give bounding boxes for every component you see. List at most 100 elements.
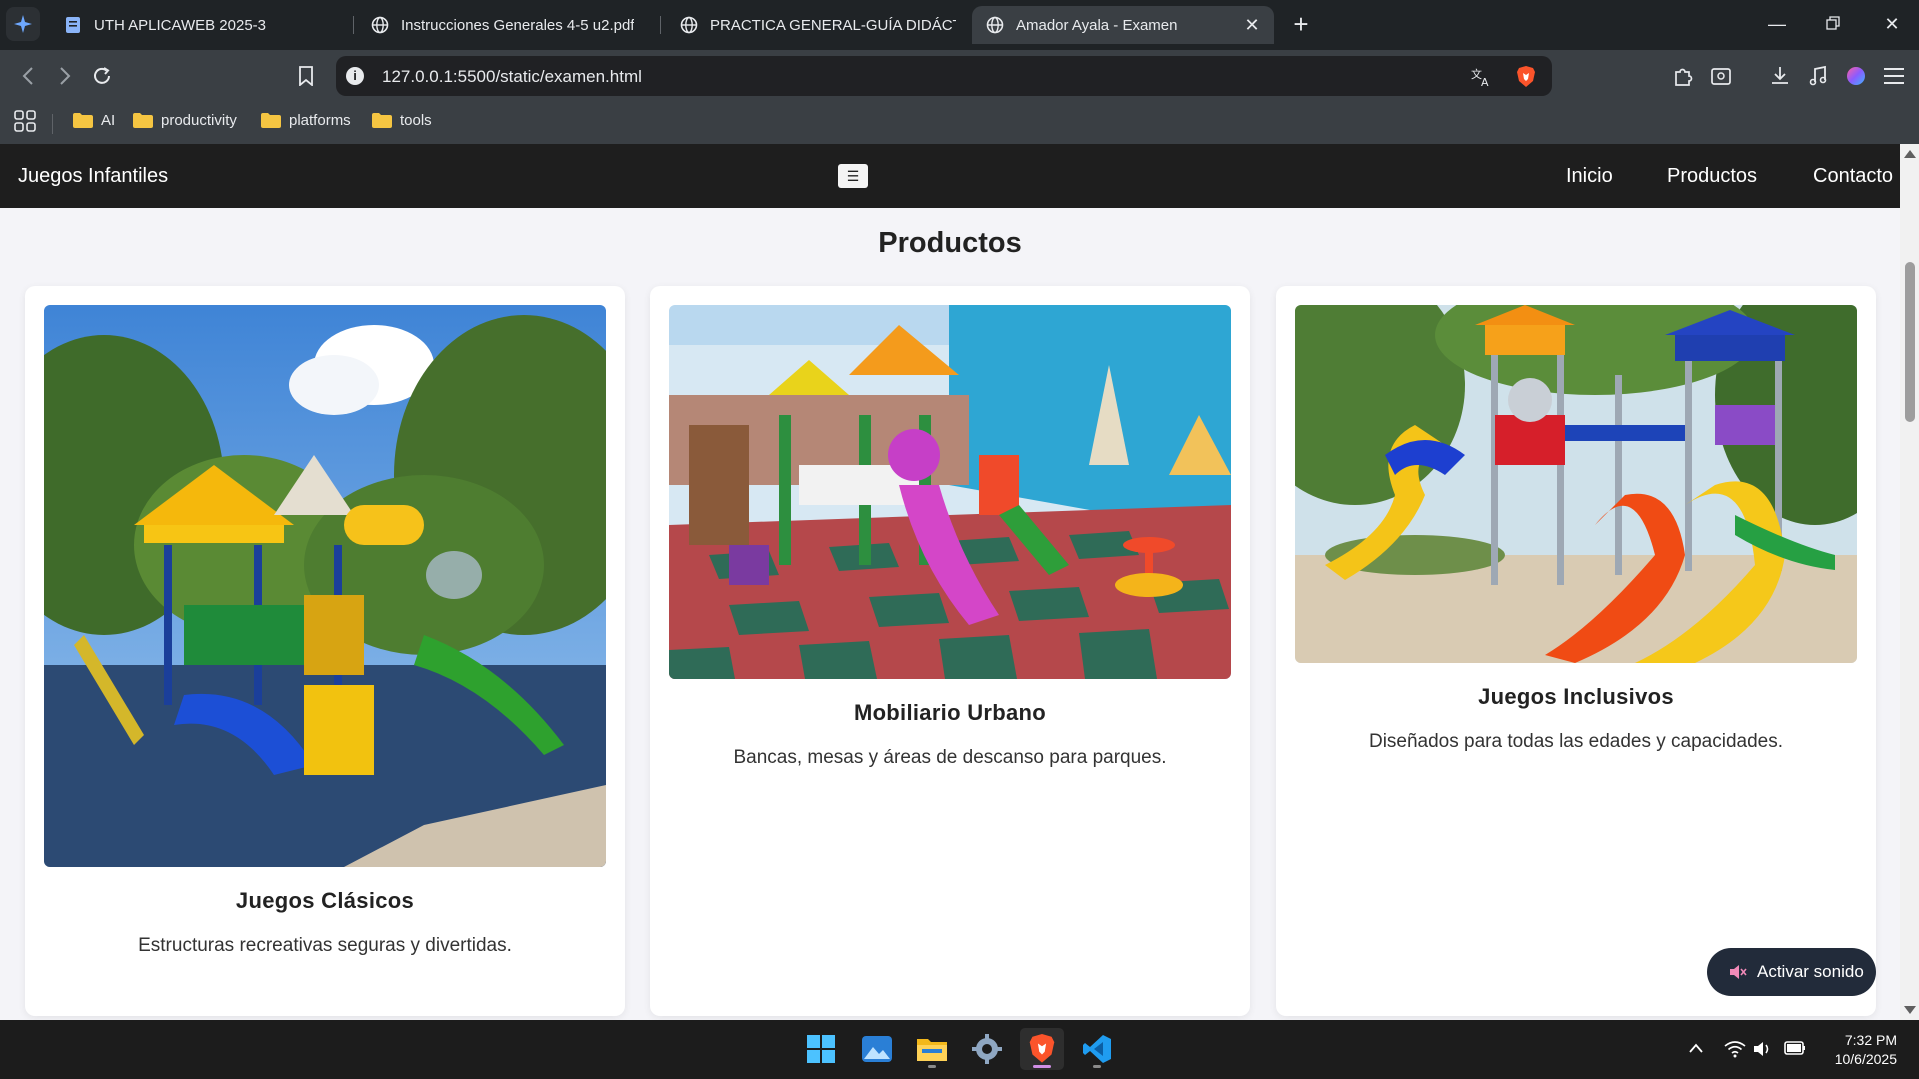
extensions-icon[interactable] [1669,62,1697,90]
tray-chevron-up-icon[interactable] [1689,1040,1703,1058]
file-explorer-icon [917,1039,947,1061]
scroll-down-arrow-icon[interactable] [1904,1006,1916,1014]
minimize-button[interactable]: — [1757,8,1797,40]
folder-icon [133,113,153,128]
vscode-app[interactable] [1075,1028,1119,1070]
bookmark-label: platforms [289,112,351,129]
globe-icon [680,16,698,34]
download-icon[interactable] [1766,62,1794,90]
site-brand[interactable]: Juegos Infantiles [18,165,168,188]
system-clock[interactable]: 7:32 PM 10/6/2025 [1835,1031,1897,1069]
page-scrollbar[interactable] [1900,144,1919,1020]
bookmark-folder-tools[interactable]: tools [372,112,432,129]
running-indicator [1093,1065,1101,1068]
battery-icon[interactable] [1784,1040,1806,1061]
running-indicator [928,1065,936,1068]
profile-avatar-icon[interactable] [1842,62,1870,90]
restore-icon [1826,16,1840,30]
arrow-left-icon [22,67,33,85]
product-title: Juegos Clásicos [235,888,415,913]
scroll-up-arrow-icon[interactable] [1904,150,1916,158]
windows-taskbar: 7:32 PM 10/6/2025 [0,1020,1919,1079]
nav-link-inicio[interactable]: Inicio [1566,165,1613,188]
product-image-inclusive-playground [1295,305,1857,663]
tab-uth-aplicaweb[interactable]: UTH APLICAWEB 2025-3 [50,6,350,44]
nav-link-productos[interactable]: Productos [1667,165,1757,188]
close-tab-icon[interactable]: ✕ [1242,15,1262,35]
brave-browser-app[interactable] [1020,1028,1064,1070]
activate-sound-button[interactable]: Activar sonido [1707,948,1876,996]
volume-icon[interactable] [1753,1040,1773,1063]
site-info-icon[interactable]: i [346,67,364,85]
nav-link-contacto[interactable]: Contacto [1813,165,1893,188]
reload-button[interactable] [87,61,117,91]
settings-icon [972,1034,1002,1064]
document-icon [64,16,82,34]
bookmark-label: AI [101,112,116,129]
windows-start-icon [807,1035,835,1063]
address-url[interactable]: 127.0.0.1:5500/static/examen.html [382,67,642,87]
forward-button[interactable] [50,61,80,91]
product-description: Diseñados para todas las edades y capaci… [1368,731,1784,752]
settings-app[interactable] [965,1028,1009,1070]
bookmark-folder-ai[interactable]: AI [73,112,115,129]
back-button[interactable] [13,61,43,91]
bookmark-page-button[interactable] [291,61,321,91]
restore-button[interactable] [1813,8,1853,40]
arrow-right-icon [60,67,71,85]
address-bar[interactable]: i 127.0.0.1:5500/static/examen.html 文A [336,56,1552,96]
translate-icon[interactable]: 文A [1470,65,1494,89]
folder-icon [261,113,281,128]
product-card: Mobiliario Urbano Bancas, mesas y áreas … [650,286,1250,1016]
tab-instrucciones-pdf[interactable]: Instrucciones Generales 4-5 u2.pdf [357,6,652,44]
file-explorer-app[interactable] [910,1028,954,1070]
scrollbar-thumb[interactable] [1905,262,1915,422]
reload-icon [94,67,110,84]
speaker-muted-icon [1730,965,1747,979]
reader-mode-icon[interactable] [1707,62,1735,90]
tab-label: Amador Ayala - Examen [1016,16,1178,34]
product-description: Bancas, mesas y áreas de descanso para p… [733,747,1167,768]
browser-toolbar: i 127.0.0.1:5500/static/examen.html 文A A… [0,50,1919,150]
media-music-icon[interactable] [1804,62,1832,90]
bookmark-icon [299,66,313,86]
product-title: Juegos Inclusivos [1478,684,1674,709]
tab-label: PRACTICA GENERAL-GUÍA DIDÁCTICA [710,16,956,34]
sparkle-icon [14,15,32,33]
product-description: Estructuras recreativas seguras y divert… [138,935,512,956]
wifi-icon[interactable] [1724,1040,1746,1063]
product-card: Juegos Inclusivos Diseñados para todas l… [1276,286,1876,1016]
main-menu-icon[interactable] [1880,62,1908,90]
brave-shields-icon[interactable] [1514,65,1538,89]
clock-time: 7:32 PM [1844,1032,1897,1048]
menu-toggle-button[interactable]: ☰ [838,164,868,188]
vscode-icon [1083,1035,1111,1063]
close-window-button[interactable]: ✕ [1872,8,1912,40]
tab-label: Instrucciones Generales 4-5 u2.pdf [401,16,635,34]
globe-icon [371,16,389,34]
apps-grid-icon[interactable] [14,110,36,132]
tab-amador-ayala-examen[interactable]: Amador Ayala - Examen ✕ [972,6,1274,44]
bookmark-label: productivity [161,112,237,129]
page-viewport: Juegos Infantiles ☰ Inicio Productos Con… [0,144,1919,1020]
tab-practica-general[interactable]: PRACTICA GENERAL-GUÍA DIDÁCTICA [666,6,956,44]
product-image-playground [44,305,606,867]
photos-icon [862,1036,892,1062]
product-image-urban-furniture [669,305,1231,679]
svg-text:A: A [1481,76,1489,87]
windows-start-button[interactable] [799,1028,843,1070]
new-tab-button[interactable]: + [1286,10,1316,40]
tab-separator [660,16,661,34]
folder-icon [73,113,93,128]
photos-app[interactable] [855,1028,899,1070]
leo-ai-button[interactable] [6,7,40,41]
bookmark-folder-platforms[interactable]: platforms [261,112,351,129]
globe-icon [986,16,1004,34]
bookmark-folder-productivity[interactable]: productivity [133,112,237,129]
product-card: Juegos Clásicos Estructuras recreativas … [25,286,625,1016]
site-navbar: Juegos Infantiles ☰ Inicio Productos Con… [0,144,1900,208]
clock-date: 10/6/2025 [1834,1051,1897,1067]
active-indicator [1033,1065,1051,1068]
folder-icon [372,113,392,128]
bookmark-label: tools [400,112,432,129]
